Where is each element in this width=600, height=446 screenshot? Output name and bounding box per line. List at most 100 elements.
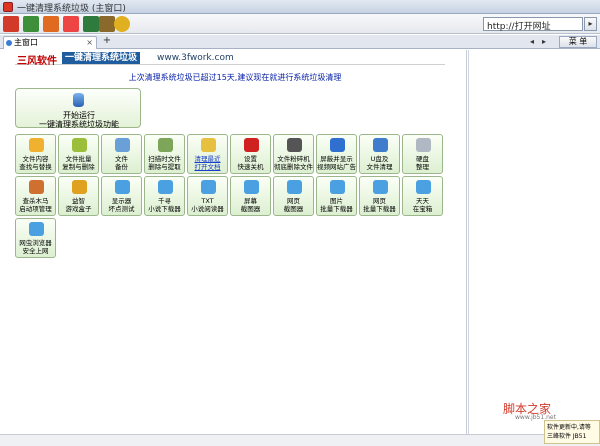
tool-label: 网页: [373, 197, 386, 205]
url-input[interactable]: http://打开网址: [483, 17, 583, 32]
tool-icon: [287, 180, 302, 194]
tool-icon: [373, 180, 388, 194]
update-toast[interactable]: 软件更新中,请等 三峰软件 JB51: [544, 420, 600, 444]
home-icon[interactable]: [3, 16, 19, 32]
tool-tile[interactable]: 文件粉碎机 彻底删除文件: [273, 134, 314, 174]
menu-button[interactable]: 菜 单: [559, 36, 597, 48]
tool-tile[interactable]: 天天 在宝箱: [402, 176, 443, 216]
tool-icon: [244, 138, 259, 152]
status-bar: [0, 434, 600, 446]
tool-tile[interactable]: 设置 快速关机: [230, 134, 271, 174]
start-cleanup-button[interactable]: 开始运行 一键清理系统垃圾功能: [15, 88, 141, 129]
tool-tile[interactable]: 网页 截图器: [273, 176, 314, 216]
title-bar[interactable]: 一键清理系统垃圾 (主窗口): [0, 0, 600, 14]
tool-icon: [330, 138, 345, 152]
close-tab-icon[interactable]: ×: [86, 37, 93, 48]
save-icon[interactable]: [83, 16, 99, 32]
side-panel: [468, 50, 600, 434]
toolbar: http://打开网址 ▸: [0, 14, 600, 34]
cleanup-notice: 上次清理系统垃圾已超过15天,建议现在就进行系统垃圾清理: [128, 73, 342, 82]
go-button[interactable]: ▸: [584, 17, 597, 31]
tool-tile[interactable]: 屏蔽并显示 视频网站广告: [316, 134, 357, 174]
brand-name: 三风软件: [17, 56, 57, 67]
tool-sublabel: 游戏盒子: [65, 205, 92, 213]
tools-icon[interactable]: [99, 16, 115, 32]
tool-sublabel: 截图器: [240, 205, 261, 213]
tool-icon: [158, 138, 173, 152]
tool-label: 显示器: [111, 197, 132, 205]
tool-label: 图片: [330, 197, 343, 205]
tool-label: 文件: [115, 155, 128, 163]
tool-label: TXT: [201, 197, 214, 205]
tool-tile[interactable]: 清理最近 打开文档: [187, 134, 228, 174]
tool-icon: [201, 180, 216, 194]
tool-sublabel: 安全上网: [22, 247, 49, 255]
tool-icon: [29, 222, 44, 236]
tool-sublabel: 打开文档: [194, 163, 221, 171]
tool-icon: [115, 138, 130, 152]
tool-label: 网页: [287, 197, 300, 205]
tool-sublabel: 截图器: [283, 205, 304, 213]
tool-tile[interactable]: 千寻 小说下载器: [144, 176, 185, 216]
tool-label: 文件内容: [22, 155, 49, 163]
tool-sublabel: 删除与提取: [148, 163, 181, 171]
tab-next-button[interactable]: ▸: [542, 36, 546, 48]
toast-line-2: 三峰软件 JB51: [547, 433, 587, 440]
tool-label: 千寻: [158, 197, 171, 205]
toast-line-1: 软件更新中,请等: [547, 424, 591, 431]
start-cleanup-sublabel: 一键清理系统垃圾功能: [39, 120, 119, 129]
tool-sublabel: 坏点测试: [108, 205, 135, 213]
tool-icon: [287, 138, 302, 152]
tool-label: 天天: [416, 197, 429, 205]
tool-tile[interactable]: 文件内容 查找与替换: [15, 134, 56, 174]
tool-tile[interactable]: 屏幕 截图器: [230, 176, 271, 216]
tool-sublabel: 启动项管理: [19, 205, 52, 213]
tool-sublabel: 小说阅读器: [191, 205, 224, 213]
tool-tile[interactable]: 硬盘 整理: [402, 134, 443, 174]
tool-label: 屏蔽并显示: [320, 155, 353, 163]
tab-prev-button[interactable]: ◂: [530, 36, 534, 48]
add-tab-button[interactable]: +: [101, 36, 113, 48]
tool-label: 文件批量: [65, 155, 92, 163]
refresh-icon[interactable]: [23, 16, 39, 32]
tool-tile[interactable]: 网虫浏览器 安全上网: [15, 218, 56, 258]
tool-tile[interactable]: 扫描时文件 删除与提取: [144, 134, 185, 174]
tool-label: 清理最近: [194, 155, 221, 163]
tool-tile[interactable]: 查杀木马 启动项管理: [15, 176, 56, 216]
tab-label: 主窗口: [14, 38, 38, 47]
tool-tile[interactable]: 文件 备份: [101, 134, 142, 174]
tool-icon: [72, 138, 87, 152]
tool-icon: [416, 138, 431, 152]
tool-tile[interactable]: TXT 小说阅读器: [187, 176, 228, 216]
tool-sublabel: 快速关机: [237, 163, 264, 171]
tool-label: 扫描时文件: [148, 155, 181, 163]
tool-icon: [373, 138, 388, 152]
tool-sublabel: 备份: [115, 163, 128, 171]
tool-tile[interactable]: 图片 批量下载器: [316, 176, 357, 216]
house-icon[interactable]: [43, 16, 59, 32]
page-icon: [6, 40, 12, 46]
tool-icon: [244, 180, 259, 194]
chat-icon[interactable]: [114, 16, 130, 32]
tool-tile[interactable]: U盘及 文件清理: [359, 134, 400, 174]
tool-sublabel: 小说下载器: [148, 205, 181, 213]
tool-tile[interactable]: 文件批量 复制与删除: [58, 134, 99, 174]
tool-icon: [158, 180, 173, 194]
tool-sublabel: 视频网站广告: [317, 163, 356, 171]
tool-sublabel: 查找与替换: [19, 163, 52, 171]
brand-url: www.3fwork.com: [157, 53, 234, 63]
tool-label: 设置: [244, 155, 257, 163]
tab-main[interactable]: 主窗口 ×: [3, 36, 97, 49]
tool-label: 屏幕: [244, 197, 257, 205]
tool-tile[interactable]: 显示器 坏点测试: [101, 176, 142, 216]
tool-label: 益智: [72, 197, 85, 205]
tool-label: 网虫浏览器: [19, 239, 52, 247]
tool-sublabel: 在宝箱: [412, 205, 433, 213]
cart-icon[interactable]: [63, 16, 79, 32]
tool-label: U盘及: [370, 155, 389, 163]
main-panel: 三风软件 一键清理系统垃圾 www.3fwork.com 上次清理系统垃圾已超过…: [3, 50, 467, 434]
banner: 三风软件 一键清理系统垃圾 www.3fwork.com: [15, 52, 445, 67]
tool-sublabel: 批量下载器: [320, 205, 353, 213]
tool-tile[interactable]: 益智 游戏盒子: [58, 176, 99, 216]
tool-tile[interactable]: 网页 批量下载器: [359, 176, 400, 216]
